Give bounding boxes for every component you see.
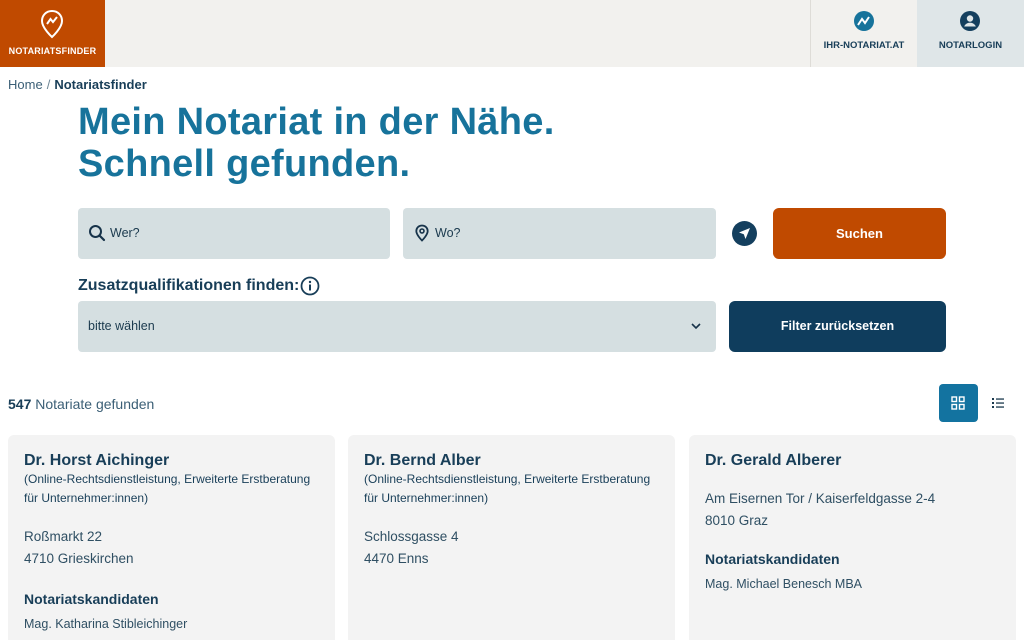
user-icon xyxy=(960,11,980,31)
notary-name: Dr. Gerald Alberer xyxy=(705,452,842,469)
grid-view-button[interactable] xyxy=(939,384,978,422)
notary-street: Schlossgasse 4 xyxy=(364,529,459,544)
result-count-number: 547 xyxy=(8,396,32,412)
qualifications-label: Zusatzqualifikationen finden: xyxy=(78,277,300,294)
notary-qualifications: (Online-Rechtsdienstleistung, Erweiterte… xyxy=(364,472,651,505)
page-title: Mein Notariat in der Nähe. Schnell gefun… xyxy=(78,101,778,185)
navigation-arrow-icon xyxy=(739,228,750,239)
notary-city: 4710 Grieskirchen xyxy=(24,551,134,566)
location-pin-icon xyxy=(415,224,429,242)
notary-city: 8010 Graz xyxy=(705,513,769,528)
search-button[interactable]: Suchen xyxy=(773,208,946,259)
notary-city: 4470 Enns xyxy=(364,551,429,566)
breadcrumb-current: Notariatsfinder xyxy=(54,77,147,92)
nav-ihr-notariat[interactable]: IHR-NOTARIAT.AT xyxy=(810,0,917,67)
qualifications-select[interactable]: bitte wählen xyxy=(78,301,716,352)
candidate-name: Mag. Michael Benesch MBA xyxy=(705,577,863,591)
candidates-heading: Notariatskandidaten xyxy=(24,591,159,607)
candidates-heading: Notariatskandidaten xyxy=(705,551,840,567)
search-icon xyxy=(89,225,106,242)
nav-label: IHR-NOTARIAT.AT xyxy=(823,40,905,51)
brand-logo-link[interactable]: NOTARIATSFINDER xyxy=(0,0,105,67)
breadcrumb: Home / Notariatsfinder xyxy=(8,77,147,92)
reset-filter-button[interactable]: Filter zurücksetzen xyxy=(729,301,946,352)
mountain-icon xyxy=(854,11,874,31)
info-icon[interactable] xyxy=(300,276,320,296)
page-title-line2: Schnell gefunden. xyxy=(78,143,411,185)
notary-card[interactable]: Dr. Gerald Alberer Am Eisernen Tor / Kai… xyxy=(689,435,1016,640)
list-icon xyxy=(992,398,1004,408)
notary-street: Am Eisernen Tor / Kaiserfeldgasse 2-4 xyxy=(705,491,936,506)
nav-label: NOTARLOGIN xyxy=(938,40,1003,51)
notary-card[interactable]: Dr. Bernd Alber (Online-Rechtsdienstleis… xyxy=(348,435,675,640)
grid-icon xyxy=(951,396,965,410)
result-count-suffix: Notariate gefunden xyxy=(35,396,155,412)
notary-qualifications: (Online-Rechtsdienstleistung, Erweiterte… xyxy=(24,472,311,505)
who-search-input[interactable]: Wer? xyxy=(78,208,390,259)
notary-name: Dr. Bernd Alber xyxy=(364,452,481,469)
nav-notarlogin[interactable]: NOTARLOGIN xyxy=(917,0,1024,67)
page-title-line1: Mein Notariat in der Nähe. xyxy=(78,101,555,143)
map-pin-icon xyxy=(40,9,64,39)
chevron-down-icon xyxy=(691,323,701,330)
breadcrumb-separator: / xyxy=(46,77,51,92)
locate-me-button[interactable] xyxy=(732,221,757,246)
top-bar: NOTARIATSFINDER IHR-NOTARIAT.AT NOTARLOG… xyxy=(0,0,1024,67)
brand-label: NOTARIATSFINDER xyxy=(8,46,97,56)
list-view-button[interactable] xyxy=(984,384,1012,422)
notary-street: Roßmarkt 22 xyxy=(24,529,103,544)
breadcrumb-home[interactable]: Home xyxy=(8,77,43,92)
candidate-name: Mag. Katharina Stibleichinger xyxy=(24,617,188,631)
who-placeholder: Wer? xyxy=(110,226,140,240)
result-count: 547 Notariate gefunden xyxy=(8,396,154,412)
notary-name: Dr. Horst Aichinger xyxy=(24,452,170,469)
where-placeholder: Wo? xyxy=(435,226,461,240)
where-search-input[interactable]: Wo? xyxy=(403,208,716,259)
notary-card[interactable]: Dr. Horst Aichinger (Online-Rechtsdienst… xyxy=(8,435,335,640)
select-value: bitte wählen xyxy=(88,319,155,333)
